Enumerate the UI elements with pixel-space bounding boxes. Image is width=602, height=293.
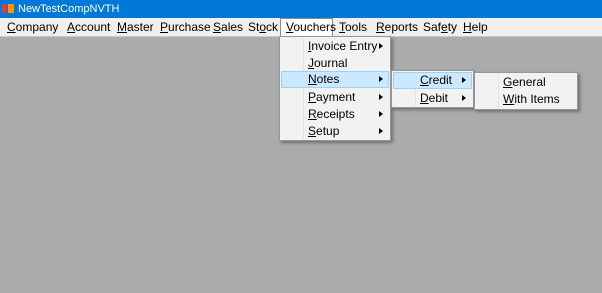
menu-item-payment[interactable]: Payment [281,89,389,106]
app-logo-icon [2,3,15,15]
menu-item-receipts[interactable]: Receipts [281,106,389,123]
window-title: NewTestCompNVTH [18,3,120,15]
menu-stock[interactable]: Stock [248,18,278,37]
submenu-arrow-icon [462,77,466,83]
menu-reports[interactable]: Reports [376,18,418,37]
menu-item-journal[interactable]: Journal [281,55,389,72]
menu-item-with-items[interactable]: With Items [476,91,576,108]
menu-help[interactable]: Help [463,18,488,37]
menu-bar: Company Account Master Purchase Sales St… [0,18,602,37]
submenu-arrow-icon [379,76,383,82]
menu-item-general[interactable]: General [476,74,576,91]
menu-vouchers[interactable]: Vouchers [280,18,336,37]
menu-sales[interactable]: Sales [213,18,243,37]
menu-master[interactable]: Master [117,18,154,37]
notes-submenu: Credit Debit [391,70,474,108]
submenu-arrow-icon [379,128,383,134]
submenu-arrow-icon [462,95,466,101]
menu-purchase[interactable]: Purchase [160,18,211,37]
submenu-arrow-icon [379,94,383,100]
menu-item-debit[interactable]: Debit [393,90,472,107]
menu-safety[interactable]: Safety [423,18,457,37]
menu-tools[interactable]: Tools [339,18,367,37]
credit-submenu: General With Items [474,72,578,110]
submenu-arrow-icon [379,43,383,49]
menu-item-credit[interactable]: Credit [393,72,472,89]
menu-account[interactable]: Account [67,18,110,37]
menu-company[interactable]: Company [7,18,58,37]
menu-item-invoice-entry[interactable]: Invoice Entry [281,38,389,55]
submenu-arrow-icon [379,111,383,117]
menu-item-notes[interactable]: Notes [281,71,389,88]
menu-item-setup[interactable]: Setup [281,123,389,140]
title-bar: NewTestCompNVTH [0,0,602,18]
vouchers-menu: Invoice Entry Journal Notes Payment Rece… [279,36,391,141]
